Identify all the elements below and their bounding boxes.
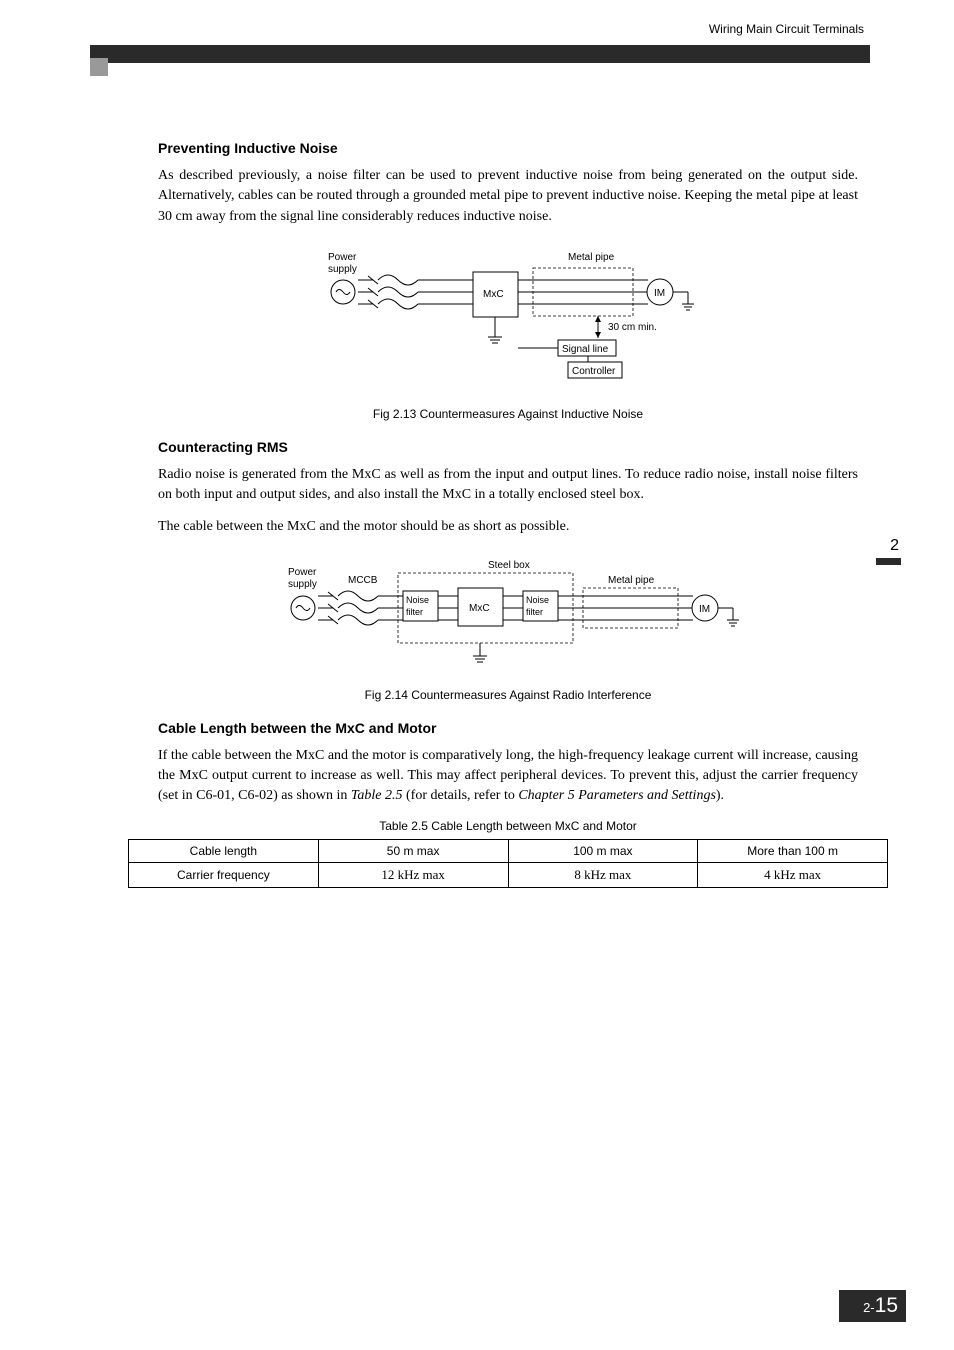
section-3-p1: If the cable between the MxC and the mot… [158, 746, 858, 807]
page-prefix: 2- [863, 1300, 875, 1315]
label-steel-box: Steel box [488, 560, 530, 571]
label-power-1: Power [328, 252, 357, 263]
s3-p1-b: Table 2.5 [351, 788, 403, 803]
table-row: Carrier frequency 12 kHz max 8 kHz max 4… [129, 862, 888, 887]
cell-r2c4: 4 kHz max [698, 862, 888, 887]
cell-r1c4: More than 100 m [698, 839, 888, 862]
cell-r2c2: 12 kHz max [318, 862, 508, 887]
header-bar [90, 45, 870, 63]
label-signal: Signal line [562, 344, 609, 355]
side-bar [876, 558, 901, 565]
label-power-2b: supply [288, 579, 317, 590]
header-section: Wiring Main Circuit Terminals [709, 22, 864, 36]
table-2-5-caption: Table 2.5 Cable Length between MxC and M… [158, 819, 858, 833]
section-title-2: Counteracting RMS [158, 439, 858, 455]
s3-p1-c: (for details, refer to [403, 788, 519, 803]
cell-r1c2: 50 m max [318, 839, 508, 862]
label-im: IM [654, 288, 665, 299]
label-distance: 30 cm min. [608, 322, 657, 333]
label-mxc: MxC [483, 289, 504, 300]
section-2-p2: The cable between the MxC and the motor … [158, 517, 858, 537]
table-2-5: Cable length 50 m max 100 m max More tha… [128, 839, 888, 888]
label-mxc-2: MxC [469, 603, 490, 614]
section-title-3: Cable Length between the MxC and Motor [158, 720, 858, 736]
cell-r2c1: Carrier frequency [129, 862, 319, 887]
s3-p1-e: ). [716, 788, 724, 803]
side-chapter-number: 2 [890, 537, 899, 555]
figure-2-14-caption: Fig 2.14 Countermeasures Against Radio I… [158, 688, 858, 702]
page-number: 2-15 [839, 1290, 906, 1322]
page-num: 15 [875, 1294, 898, 1317]
label-nf2b: filter [526, 607, 543, 617]
label-mccb: MCCB [348, 575, 378, 586]
label-controller: Controller [572, 366, 616, 377]
label-nf2a: Noise [526, 595, 549, 605]
figure-2-13-diagram: Power supply MxC Metal pipe IM [298, 242, 718, 392]
cell-r1c1: Cable length [129, 839, 319, 862]
cell-r1c3: 100 m max [508, 839, 698, 862]
figure-2-14-diagram: Power supply MCCB Steel box Noise filter… [258, 553, 758, 673]
table-row: Cable length 50 m max 100 m max More tha… [129, 839, 888, 862]
section-title-1: Preventing Inductive Noise [158, 140, 858, 156]
cell-r2c3: 8 kHz max [508, 862, 698, 887]
label-metal-pipe: Metal pipe [568, 252, 615, 263]
label-im-2: IM [699, 604, 710, 615]
label-power-2: supply [328, 264, 357, 275]
main-content: Preventing Inductive Noise As described … [158, 140, 858, 888]
label-nf1b: filter [406, 607, 423, 617]
label-power-1b: Power [288, 567, 317, 578]
figure-2-13-caption: Fig 2.13 Countermeasures Against Inducti… [158, 407, 858, 421]
s3-p1-d: Chapter 5 Parameters and Settings [518, 788, 716, 803]
section-2-p1: Radio noise is generated from the MxC as… [158, 465, 858, 506]
label-metal-pipe-2: Metal pipe [608, 575, 655, 586]
section-1-paragraph: As described previously, a noise filter … [158, 166, 858, 227]
label-nf1a: Noise [406, 595, 429, 605]
header-tab [90, 58, 108, 76]
